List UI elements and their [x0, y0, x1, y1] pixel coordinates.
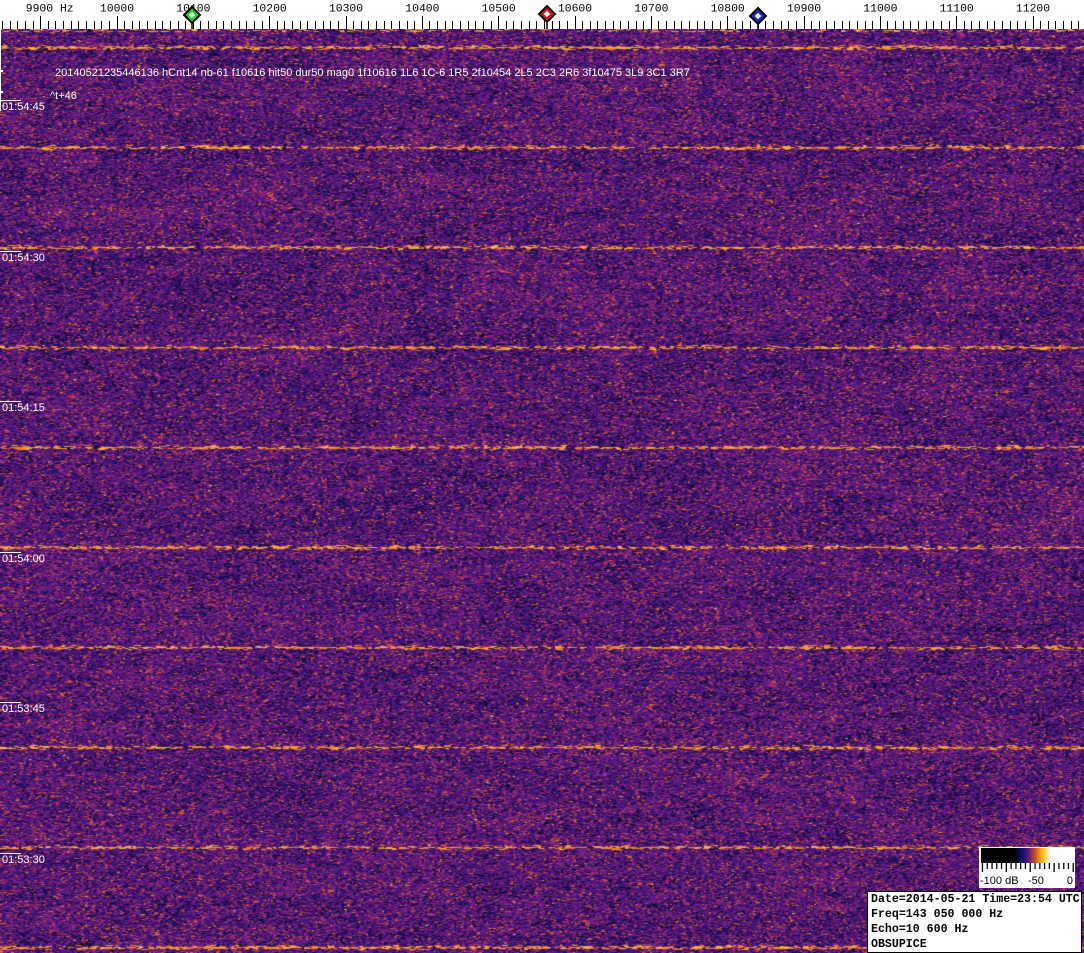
svg-text:11200: 11200 [1016, 4, 1050, 16]
svg-text:10700: 10700 [634, 4, 668, 16]
svg-text:9900 Hz: 9900 Hz [26, 4, 74, 16]
svg-text:11000: 11000 [863, 4, 897, 16]
svg-text:10000: 10000 [100, 4, 134, 16]
svg-text:10800: 10800 [711, 4, 745, 16]
svg-text:10300: 10300 [329, 4, 363, 16]
svg-text:10600: 10600 [558, 4, 592, 16]
svg-text:11100: 11100 [940, 4, 974, 16]
svg-text:10500: 10500 [482, 4, 516, 16]
svg-text:10400: 10400 [405, 4, 439, 16]
svg-text:10900: 10900 [787, 4, 821, 16]
svg-text:10200: 10200 [253, 4, 287, 16]
